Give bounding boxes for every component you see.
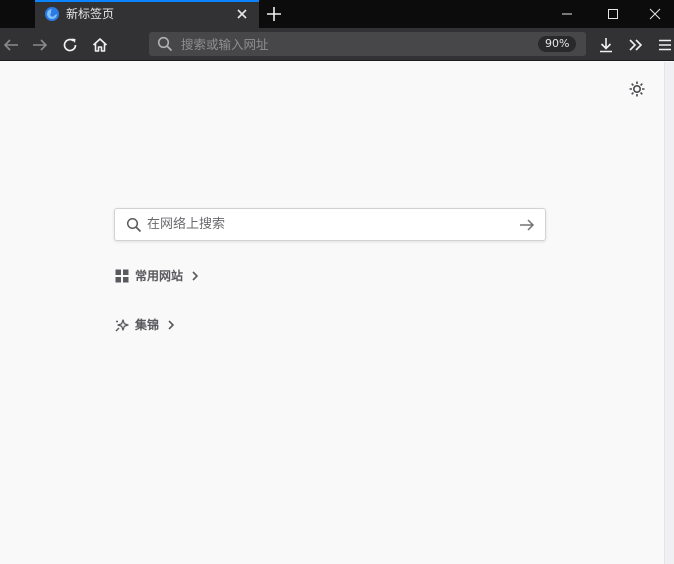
- search-icon: [157, 36, 173, 52]
- tab-new-tab[interactable]: 新标签页: [35, 0, 259, 28]
- hamburger-menu-icon: [658, 39, 671, 51]
- menu-button[interactable]: [655, 34, 674, 56]
- back-button[interactable]: [0, 34, 22, 56]
- web-search-input[interactable]: [147, 209, 507, 240]
- overflow-button[interactable]: [625, 34, 647, 56]
- gear-icon[interactable]: [628, 80, 646, 98]
- downloads-button[interactable]: [595, 34, 617, 56]
- back-arrow-icon: [3, 39, 18, 51]
- maximize-button[interactable]: [590, 0, 636, 28]
- topsites-label: 常用网站: [135, 269, 184, 283]
- navigation-toolbar: 90%: [0, 28, 674, 61]
- url-bar[interactable]: 90%: [149, 32, 586, 56]
- topsites-section-header[interactable]: 常用网站: [114, 266, 201, 286]
- maximize-icon: [608, 9, 618, 19]
- highlights-section-header[interactable]: 集锦: [114, 315, 177, 335]
- new-tab-page: [0, 62, 664, 564]
- plus-icon[interactable]: [265, 5, 283, 23]
- home-icon: [92, 38, 108, 52]
- tab-strip: 新标签页: [0, 0, 674, 28]
- window-close-icon: [649, 8, 661, 20]
- scrollbar[interactable]: [664, 62, 674, 564]
- search-icon: [126, 217, 142, 233]
- sparkle-icon: [114, 317, 130, 333]
- minimize-button[interactable]: [544, 0, 590, 28]
- reload-icon: [63, 38, 77, 52]
- home-button[interactable]: [89, 34, 111, 56]
- chevron-right-icon: [192, 271, 199, 281]
- chevron-right-icon: [168, 320, 175, 330]
- window-close-button[interactable]: [636, 0, 674, 28]
- grid-icon: [114, 268, 130, 284]
- url-input[interactable]: [181, 32, 521, 56]
- web-search-box[interactable]: [114, 208, 546, 241]
- zoom-level-badge[interactable]: 90%: [538, 36, 577, 52]
- download-icon: [600, 38, 612, 53]
- forward-arrow-icon: [33, 39, 48, 51]
- minimize-icon: [562, 13, 572, 15]
- chevron-double-right-icon: [629, 39, 643, 51]
- highlights-label: 集锦: [135, 318, 160, 332]
- arrow-right-icon[interactable]: [518, 216, 536, 234]
- tab-title: 新标签页: [66, 7, 115, 21]
- close-icon[interactable]: [235, 7, 249, 21]
- forward-button[interactable]: [29, 34, 51, 56]
- reload-button[interactable]: [59, 34, 81, 56]
- firefox-icon: [45, 7, 59, 21]
